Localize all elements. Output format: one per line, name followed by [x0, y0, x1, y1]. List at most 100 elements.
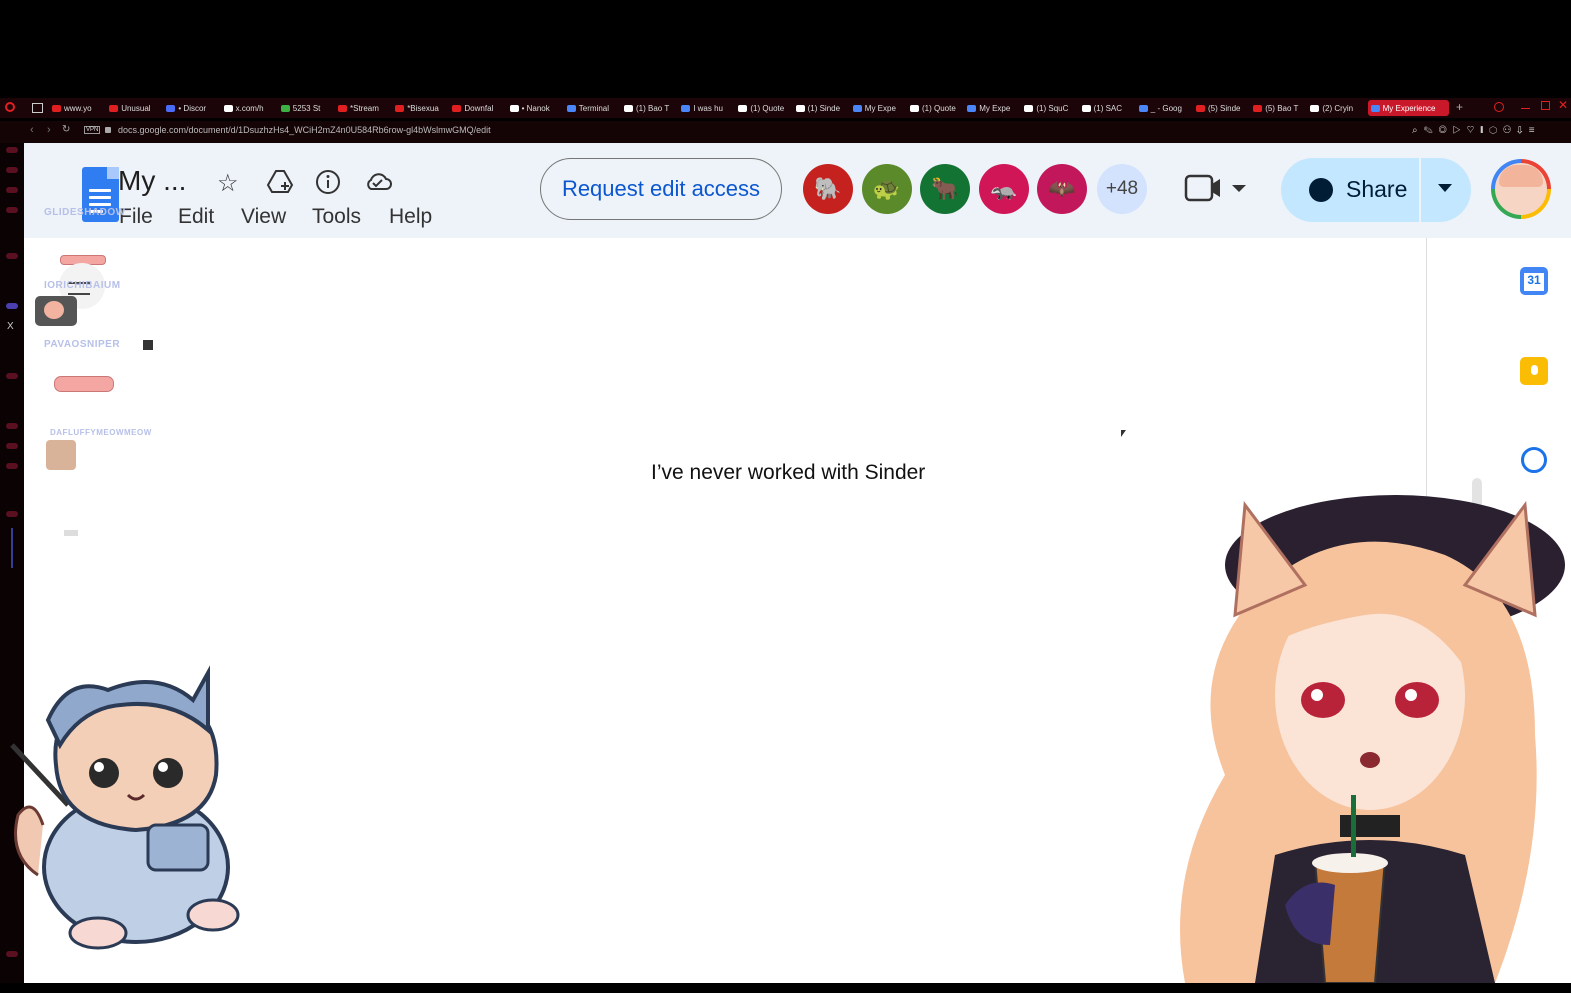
new-tab-button[interactable]: +: [1456, 100, 1463, 114]
browser-tab[interactable]: My Expe: [852, 100, 908, 116]
browser-tab[interactable]: (1) Sinde: [795, 100, 851, 116]
browser-tab[interactable]: (1) SAC: [1081, 100, 1137, 116]
tab-label: (1) Quote: [750, 103, 785, 113]
share-label: Share: [1346, 176, 1408, 202]
chat-username: IORICHIBAIUM: [44, 280, 121, 291]
sidebar-app-icon[interactable]: [6, 511, 18, 517]
more-collaborators-badge[interactable]: +48: [1097, 164, 1147, 214]
lock-icon: [105, 127, 111, 133]
browser-tab[interactable]: • Discor: [166, 100, 221, 116]
sidebar-app-icon[interactable]: [6, 167, 18, 173]
browser-tab[interactable]: • Nanok: [509, 100, 565, 116]
tab-label: (1) SquC: [1036, 103, 1069, 113]
forward-icon[interactable]: ›: [47, 124, 51, 136]
info-icon[interactable]: [315, 169, 341, 202]
document-body-text[interactable]: I’ve never worked with Sinder: [651, 461, 925, 485]
sidebar-app-icon[interactable]: [6, 187, 18, 193]
opera-logo-icon[interactable]: [5, 102, 15, 112]
tab-favicon-icon: [338, 104, 347, 112]
share-options-chevron-icon[interactable]: [1438, 184, 1452, 192]
bat-icon[interactable]: 🦇: [1037, 164, 1087, 214]
tab-label: (1) Sinde: [807, 103, 841, 113]
elephant-icon[interactable]: 🐘: [803, 164, 853, 214]
chat-emote: [64, 530, 78, 536]
tab-label: • Nanok: [521, 103, 550, 113]
vtuber-avatar-overlay: [1165, 475, 1571, 984]
sidebar-app-icon[interactable]: [6, 147, 18, 153]
browser-tab[interactable]: (1) SquC: [1024, 100, 1079, 116]
browser-tab[interactable]: 5253 St: [280, 100, 336, 116]
profile-avatar[interactable]: [1491, 159, 1551, 219]
browser-tab[interactable]: x.com/h: [223, 100, 279, 116]
chat-emote: [46, 440, 76, 470]
menu-view[interactable]: View: [241, 205, 286, 229]
browser-tab[interactable]: (5) Sinde: [1196, 100, 1251, 116]
browser-tab[interactable]: *Bisexua: [395, 100, 450, 116]
sidebar-app-icon[interactable]: [6, 207, 18, 213]
ox-icon[interactable]: 🐂: [920, 164, 970, 214]
sidebar-app-icon[interactable]: [6, 443, 18, 449]
tab-label: (2) Cryin: [1322, 103, 1354, 113]
meet-button[interactable]: [1184, 173, 1274, 208]
browser-tab[interactable]: My Experience: [1367, 100, 1449, 116]
tab-label: (1) Quote: [922, 103, 956, 113]
browser-tab[interactable]: _ - Goog: [1138, 100, 1194, 116]
tab-label: (1) Bao T: [636, 103, 670, 113]
close-window-icon[interactable]: ✕: [1558, 98, 1568, 112]
sidebar-app-icon[interactable]: [6, 303, 18, 309]
sidebar-app-icon[interactable]: [6, 423, 18, 429]
tab-favicon-icon: [1138, 104, 1148, 112]
tab-label: 5253 St: [292, 103, 321, 113]
url-field[interactable]: docs.google.com/document/d/1DsuzhzHs4_WC…: [118, 125, 491, 135]
browser-tab[interactable]: I was hu: [681, 100, 736, 116]
browser-tab[interactable]: (5) Bao T: [1253, 100, 1308, 116]
menu-help[interactable]: Help: [389, 205, 432, 229]
share-button[interactable]: Share: [1281, 158, 1471, 222]
browser-tab[interactable]: *Stream: [338, 100, 393, 116]
vpn-badge[interactable]: VPN: [84, 126, 101, 134]
menu-edit[interactable]: Edit: [178, 205, 214, 229]
tab-favicon-icon: [852, 104, 862, 112]
reload-icon[interactable]: ↻: [62, 124, 70, 135]
bottom-border: [0, 983, 1571, 993]
cat-mascot-overlay: [8, 665, 258, 950]
browser-tab[interactable]: www.yo: [52, 100, 107, 116]
star-icon[interactable]: ☆: [217, 169, 239, 198]
turtle-icon[interactable]: 🐢: [861, 164, 912, 214]
cloud-saved-icon[interactable]: [363, 169, 393, 200]
x-app-icon[interactable]: X: [7, 321, 14, 332]
browser-tab[interactable]: (1) Quote: [738, 100, 793, 116]
tab-favicon-icon: [166, 104, 176, 112]
calendar-icon[interactable]: 31: [1520, 267, 1548, 295]
sidebar-app-icon[interactable]: [6, 463, 18, 469]
browser-tab[interactable]: Downfal: [452, 100, 507, 116]
sidebar-app-icon[interactable]: [6, 253, 18, 259]
chat-emote: [54, 376, 114, 392]
menu-tools[interactable]: Tools: [312, 205, 361, 229]
tab-favicon-icon: [280, 104, 290, 112]
tab-menu-icon[interactable]: [32, 103, 43, 113]
browser-tab[interactable]: (1) Bao T: [624, 100, 679, 116]
document-title[interactable]: My ...: [118, 165, 186, 197]
minimize-icon[interactable]: [1521, 108, 1530, 109]
browser-tab[interactable]: Terminal: [566, 100, 622, 116]
badger-icon[interactable]: 🦡: [978, 164, 1029, 214]
tab-label: I was hu: [693, 103, 723, 113]
browser-tab[interactable]: (1) Quote: [910, 100, 965, 116]
browser-tab[interactable]: My Expe: [967, 100, 1022, 116]
back-icon[interactable]: ‹: [30, 124, 34, 136]
sidebar-app-icon[interactable]: [6, 373, 18, 379]
request-edit-access-button[interactable]: Request edit access: [540, 158, 782, 220]
chat-badge-icon: [143, 340, 153, 350]
chat-username: PAVAOSNIPER: [44, 339, 121, 350]
maximize-icon[interactable]: [1541, 101, 1550, 110]
tasks-icon[interactable]: [1520, 446, 1548, 474]
move-to-drive-icon[interactable]: [266, 169, 294, 202]
sidebar-app-icon[interactable]: [6, 951, 18, 957]
address-bar-actions: ⌕✎◎▷♡❙⬡⚇⇩≡: [1412, 125, 1541, 136]
keep-icon[interactable]: [1520, 357, 1548, 385]
browser-tab[interactable]: (2) Cryin: [1310, 100, 1365, 116]
search-tabs-icon[interactable]: [1494, 102, 1504, 112]
docs-header: My ... ☆ File Edit View Tools Help Reque…: [24, 143, 1571, 238]
browser-tab[interactable]: Unusual: [109, 100, 164, 116]
